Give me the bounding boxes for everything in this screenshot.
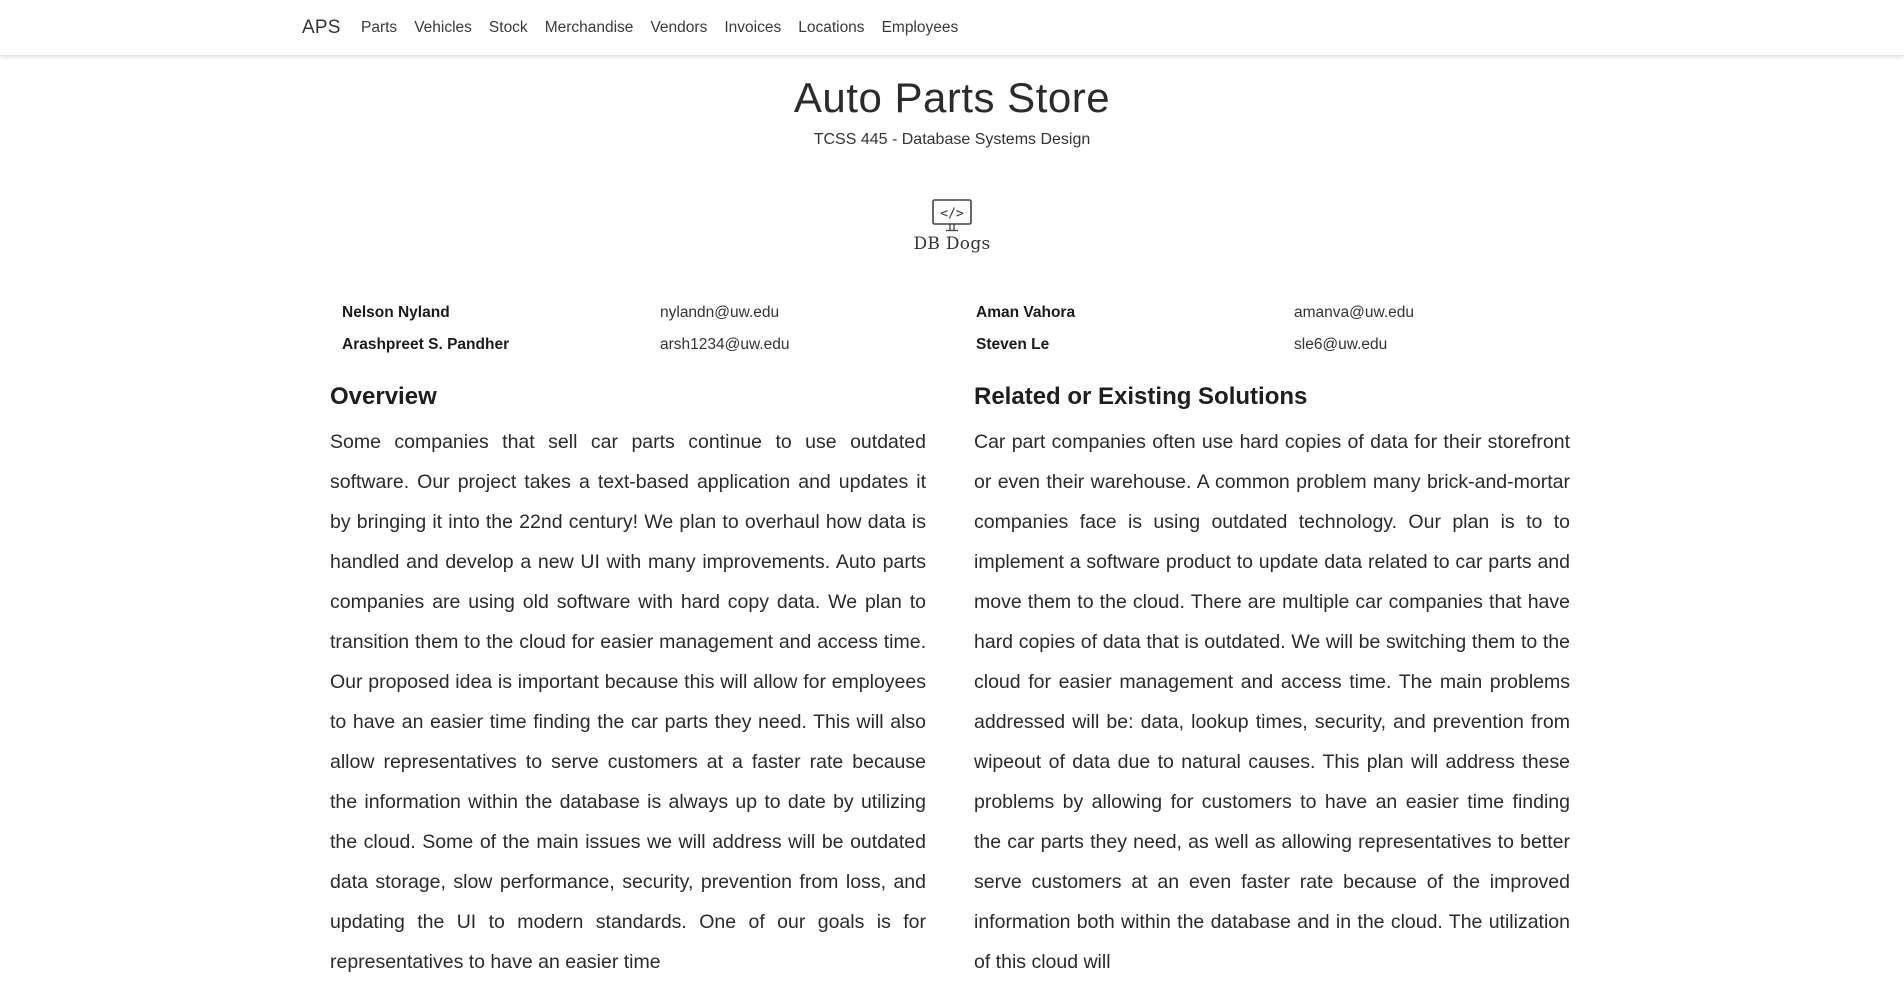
overview-section: Overview Some companies that sell car pa… (330, 380, 926, 982)
team-logo: </> DB Dogs (902, 198, 1002, 254)
overview-body: Some companies that sell car parts conti… (330, 431, 926, 973)
team-row: Nelson Nyland nylandn@uw.edu Aman Vahora… (332, 300, 1572, 332)
member-email: arsh1234@uw.edu (660, 336, 790, 353)
brand-link[interactable]: APS (302, 17, 341, 39)
top-navbar: APS Parts Vehicles Stock Merchandise Ven… (0, 0, 1904, 56)
nav-link-vendors[interactable]: Vendors (650, 19, 707, 37)
page-title: Auto Parts Store (793, 74, 1111, 121)
member-name: Arashpreet S. Pandher (342, 336, 510, 353)
logo-glyph: </> (940, 207, 964, 222)
overview-heading: Overview (330, 383, 437, 410)
nav-links: Parts Vehicles Stock Merchandise Vendors… (361, 19, 975, 37)
member-name: Nelson Nyland (342, 304, 450, 321)
nav-link-parts[interactable]: Parts (361, 19, 397, 37)
team-row: Arashpreet S. Pandher arsh1234@uw.edu St… (332, 332, 1572, 364)
related-solutions-section: Related or Existing Solutions Car part c… (974, 380, 1570, 982)
related-solutions-heading: Related or Existing Solutions (974, 383, 1308, 410)
member-email: amanva@uw.edu (1294, 304, 1415, 321)
member-email: sle6@uw.edu (1294, 336, 1388, 353)
nav-link-invoices[interactable]: Invoices (724, 19, 781, 37)
nav-link-vehicles[interactable]: Vehicles (414, 19, 472, 37)
nav-link-merchandise[interactable]: Merchandise (545, 19, 634, 37)
member-name: Steven Le (976, 336, 1050, 353)
member-email: nylandn@uw.edu (660, 304, 780, 321)
logo-text: DB Dogs (913, 234, 991, 254)
team-table: Nelson Nyland nylandn@uw.edu Aman Vahora… (332, 300, 1572, 364)
nav-link-employees[interactable]: Employees (882, 19, 959, 37)
member-name: Aman Vahora (976, 304, 1076, 321)
nav-link-stock[interactable]: Stock (489, 19, 528, 37)
related-solutions-body: Car part companies often use hard copies… (974, 431, 1570, 973)
page-subtitle: TCSS 445 - Database Systems Design (813, 131, 1091, 148)
code-monitor-icon: </> (932, 199, 972, 232)
nav-link-locations[interactable]: Locations (798, 19, 864, 37)
